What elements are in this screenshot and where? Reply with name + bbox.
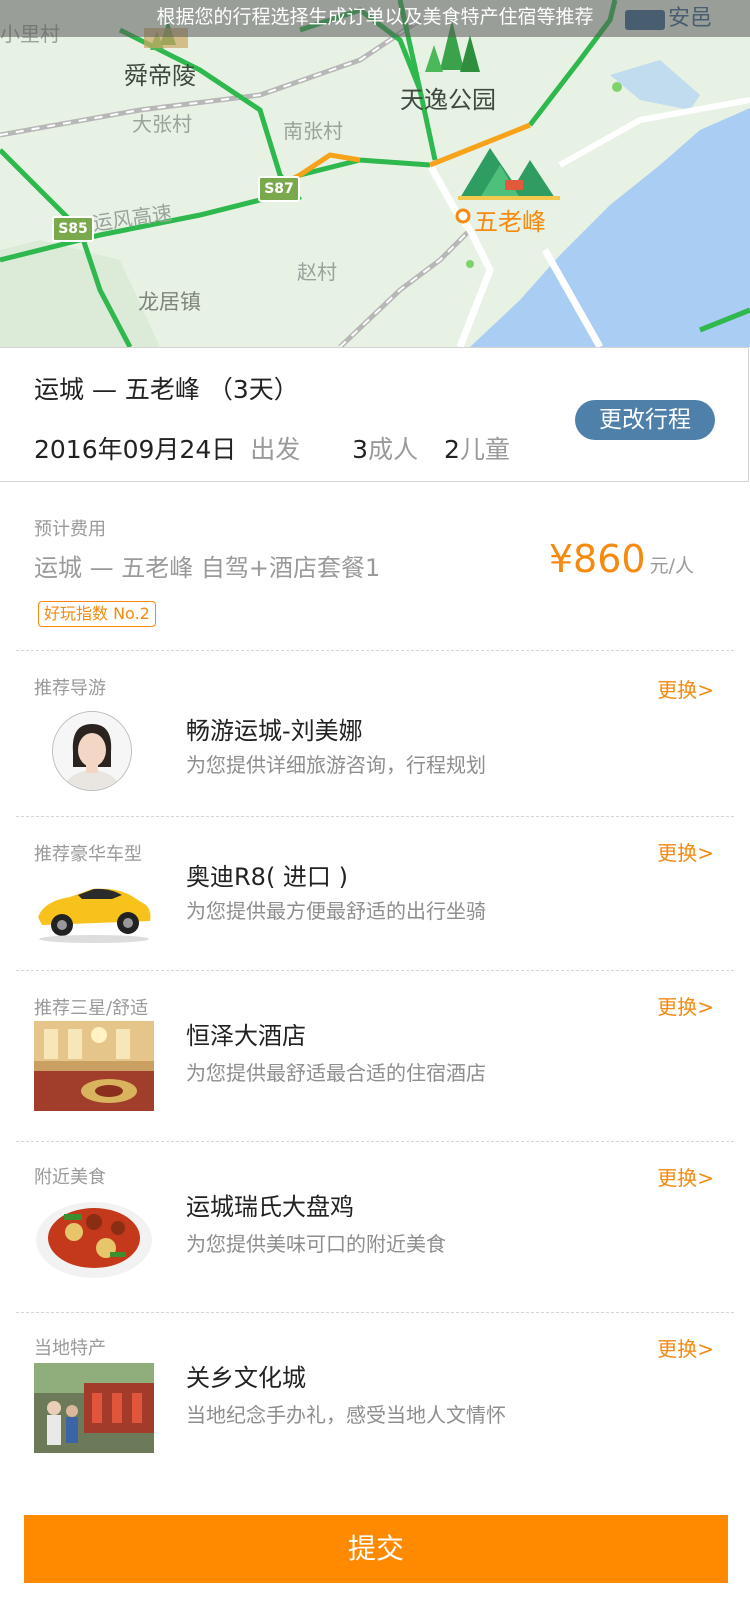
guide-section[interactable]: 推荐导游 更换> 畅游运城-刘美娜 为您提供详细旅游咨询，行程规划: [16, 651, 734, 817]
map-label-dazhangcun: 大张村: [132, 112, 192, 136]
hotel-image[interactable]: [34, 1021, 154, 1111]
map-graphics: [0, 0, 750, 347]
specialty-section[interactable]: 当地特产 更换> 关乡文化城 当地纪念手办礼，感受当地人文情怀: [16, 1313, 734, 1483]
map-label-tianyi-park[interactable]: 天逸公园: [400, 80, 496, 115]
trip-depart-label: 出发: [250, 435, 301, 464]
guide-swap-button[interactable]: 更换>: [657, 674, 714, 703]
hotel-description: 为您提供最舒适最合适的住宿酒店: [186, 1061, 486, 1085]
map-label-longjuzhen: 龙居镇: [138, 290, 201, 314]
food-image[interactable]: [34, 1192, 154, 1282]
price-value: ¥860: [548, 537, 646, 581]
specialty-image[interactable]: [34, 1363, 154, 1453]
map-view[interactable]: 小里村 舜帝陵 天逸公园 大张村 南张村 运风高速 五老峰 赵村 龙居镇 安邑 …: [0, 0, 750, 347]
hotel-name[interactable]: 恒泽大酒店: [186, 1016, 306, 1051]
child-count: 2: [444, 435, 460, 464]
specialty-name[interactable]: 关乡文化城: [186, 1358, 306, 1393]
food-label: 附近美食: [34, 1167, 106, 1188]
specialty-swap-button[interactable]: 更换>: [657, 1333, 714, 1362]
submit-button[interactable]: 提交: [24, 1515, 728, 1583]
road-shield-s85: S85: [52, 216, 94, 242]
food-swap-button[interactable]: 更换>: [657, 1162, 714, 1191]
specialty-label: 当地特产: [34, 1338, 106, 1359]
food-description: 为您提供美味可口的附近美食: [186, 1232, 446, 1256]
adult-label: 成人: [368, 435, 419, 464]
child-label: 儿童: [459, 435, 510, 464]
road-shield-s87: S87: [258, 176, 300, 202]
adult-count: 3: [352, 435, 369, 464]
hotel-section[interactable]: 推荐三星/舒适 更换> 恒泽大酒店 为您提供最舒适最合适的住宿酒店: [16, 971, 734, 1142]
car-image[interactable]: [34, 867, 154, 947]
guide-description: 为您提供详细旅游咨询，行程规划: [186, 753, 486, 777]
cost-section: 预计费用 运城 — 五老峰 自驾+酒店套餐1 ¥860 元/人 好玩指数 No.2: [16, 505, 734, 651]
hotel-swap-button[interactable]: 更换>: [657, 991, 714, 1020]
food-name[interactable]: 运城瑞氏大盘鸡: [186, 1187, 354, 1222]
specialty-description: 当地纪念手办礼，感受当地人文情怀: [186, 1403, 506, 1427]
map-label-nanzhangcun: 南张村: [283, 119, 343, 143]
map-label-wulaofeng[interactable]: 五老峰: [474, 202, 546, 237]
map-label-shundiling[interactable]: 舜帝陵: [124, 56, 196, 91]
trip-title: 运城 — 五老峰 （3天）: [34, 375, 299, 404]
trip-date: 2016年09月24日: [34, 435, 237, 464]
map-label-zhaocun: 赵村: [297, 260, 337, 284]
price-unit: 元/人: [649, 555, 694, 577]
car-name[interactable]: 奥迪R8( 进口 ): [186, 857, 348, 892]
car-description: 为您提供最方便最舒适的出行坐骑: [186, 899, 486, 923]
car-section[interactable]: 推荐豪华车型 更换> 奥迪R8( 进口 ) 为您提供最方便最舒适的出行坐骑: [16, 817, 734, 971]
fun-index-badge: 好玩指数 No.2: [38, 601, 156, 627]
car-swap-button[interactable]: 更换>: [657, 837, 714, 866]
car-label: 推荐豪华车型: [34, 844, 142, 865]
cost-route: 运城 — 五老峰 自驾+酒店套餐1: [34, 554, 381, 582]
guide-label: 推荐导游: [34, 678, 106, 699]
food-section[interactable]: 附近美食 更换> 运城瑞氏大盘鸡 为您提供美味可口的附近美食: [16, 1142, 734, 1313]
trip-summary-card: 运城 — 五老峰 （3天） 2016年09月24日 出发 3成人 2儿童 更改行…: [0, 347, 749, 482]
recommendation-banner: 根据您的行程选择生成订单以及美食特产住宿等推荐: [0, 0, 750, 37]
guide-name[interactable]: 畅游运城-刘美娜: [186, 711, 363, 746]
price: ¥860 元/人: [549, 537, 694, 581]
hotel-label: 推荐三星/舒适: [34, 998, 149, 1019]
guide-avatar[interactable]: [52, 711, 132, 791]
trip-details: 2016年09月24日 出发 3成人 2儿童: [34, 430, 510, 466]
change-trip-button[interactable]: 更改行程: [575, 400, 715, 440]
cost-label: 预计费用: [34, 519, 106, 540]
